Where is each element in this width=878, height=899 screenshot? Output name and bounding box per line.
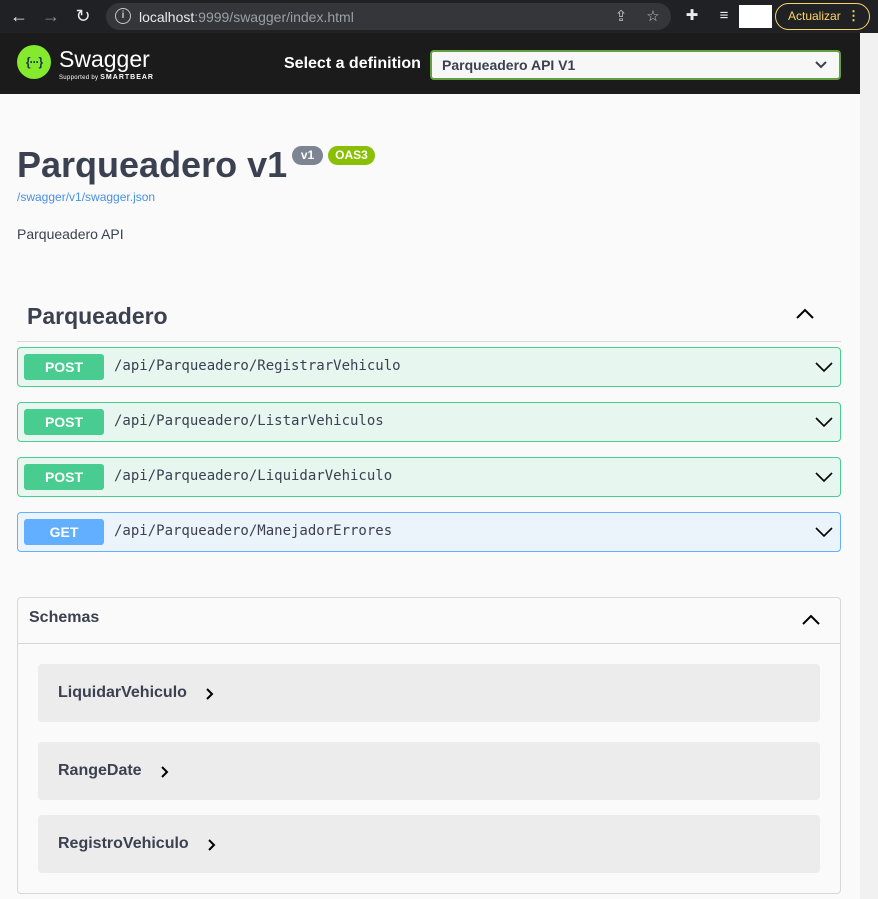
address-bar[interactable]: i localhost:9999/swagger/index.html ⇪ ☆	[106, 3, 671, 30]
schema-model-name: RangeDate	[58, 762, 142, 779]
browser-menu-icon[interactable]: ⋮	[847, 4, 860, 28]
share-icon[interactable]: ⇪	[611, 7, 631, 27]
back-arrow-icon[interactable]: ←	[8, 5, 30, 27]
select-definition-label: Select a definition	[284, 55, 421, 72]
method-badge: POST	[24, 409, 104, 435]
chevron-right-icon	[206, 688, 214, 700]
operation-path: /api/Parqueadero/ManejadorErrores	[114, 523, 393, 539]
operation-liquidar-vehiculo[interactable]: POST /api/Parqueadero/LiquidarVehiculo	[17, 457, 841, 497]
swagger-logo-icon[interactable]: {···}	[17, 45, 51, 79]
spec-json-link[interactable]: /swagger/v1/swagger.json	[17, 190, 155, 204]
chevron-down-icon	[815, 61, 827, 69]
chevron-down-icon[interactable]	[814, 414, 834, 430]
tag-title[interactable]: Parqueadero	[27, 303, 168, 330]
page-scrollbar[interactable]	[860, 33, 878, 899]
operation-manejador-errores[interactable]: GET /api/Parqueadero/ManejadorErrores	[17, 512, 841, 552]
address-url[interactable]: localhost:9999/swagger/index.html	[139, 9, 354, 25]
oas-badge: OAS3	[328, 146, 375, 165]
schema-model-name: RegistroVehiculo	[58, 835, 189, 852]
schema-model-registro-vehiculo[interactable]: RegistroVehiculo	[38, 815, 820, 873]
profile-placeholder[interactable]	[739, 5, 772, 28]
logo-subtitle: Supported by SMARTBEAR	[59, 74, 154, 81]
reload-icon[interactable]: ↻	[72, 5, 94, 27]
page-title: Parqueadero v1	[17, 144, 288, 185]
operation-registrar-vehiculo[interactable]: POST /api/Parqueadero/RegistrarVehiculo	[17, 347, 841, 387]
schemas-title: Schemas	[29, 609, 100, 626]
method-badge: GET	[24, 519, 104, 545]
schema-model-range-date[interactable]: RangeDate	[38, 742, 820, 800]
operation-path: /api/Parqueadero/RegistrarVehiculo	[114, 358, 401, 374]
schema-model-name: LiquidarVehiculo	[58, 684, 187, 701]
browser-toolbar: ← → ↻ i localhost:9999/swagger/index.htm…	[0, 0, 878, 33]
definition-select-value: Parqueadero API V1	[442, 57, 576, 73]
bookmark-star-icon[interactable]: ☆	[643, 7, 663, 27]
update-browser-button[interactable]: Actualizar ⋮	[775, 3, 870, 30]
version-badge: v1	[292, 146, 323, 165]
chevron-up-icon[interactable]	[800, 612, 822, 628]
schema-model-liquidar-vehiculo[interactable]: LiquidarVehiculo	[38, 664, 820, 722]
operation-listar-vehiculos[interactable]: POST /api/Parqueadero/ListarVehiculos	[17, 402, 841, 442]
schemas-header[interactable]: Schemas	[18, 598, 840, 644]
chevron-up-icon[interactable]	[794, 306, 816, 322]
logo-title[interactable]: Swagger	[59, 46, 150, 73]
api-description: Parqueadero API	[17, 226, 124, 242]
site-info-icon[interactable]: i	[115, 8, 131, 24]
operation-path: /api/Parqueadero/LiquidarVehiculo	[114, 468, 393, 484]
chevron-right-icon	[208, 839, 216, 851]
method-badge: POST	[24, 464, 104, 490]
tag-divider	[17, 341, 841, 342]
schemas-section: Schemas LiquidarVehiculo RangeDate Regis…	[17, 597, 841, 894]
definition-select[interactable]: Parqueadero API V1	[430, 50, 841, 80]
media-queue-icon[interactable]: ≡	[714, 6, 734, 26]
chevron-right-icon	[161, 766, 169, 778]
extensions-puzzle-icon[interactable]: ✚	[682, 6, 702, 26]
chevron-down-icon[interactable]	[814, 359, 834, 375]
chevron-down-icon[interactable]	[814, 469, 834, 485]
swagger-topbar: {···} Swagger Supported by SMARTBEAR Sel…	[0, 33, 860, 94]
operation-path: /api/Parqueadero/ListarVehiculos	[114, 413, 384, 429]
method-badge: POST	[24, 354, 104, 380]
forward-arrow-icon[interactable]: →	[40, 5, 62, 27]
chevron-down-icon[interactable]	[814, 524, 834, 540]
